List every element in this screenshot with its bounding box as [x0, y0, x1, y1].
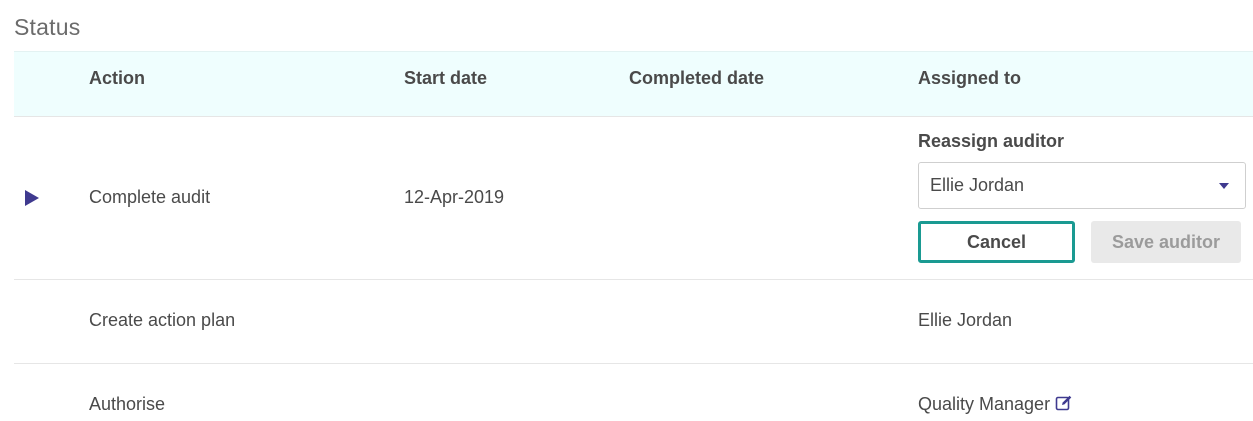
status-table: Action Start date Completed date Assigne… — [14, 51, 1253, 421]
reassign-auditor-label: Reassign auditor — [918, 131, 1065, 151]
header-assigned-to: Assigned to — [918, 68, 1022, 88]
cancel-button[interactable]: Cancel — [918, 221, 1075, 263]
header-completed-date: Completed date — [629, 68, 765, 88]
expand-arrow-icon[interactable] — [25, 190, 39, 206]
row-action: Authorise — [89, 394, 166, 414]
row-assigned-to: Quality Manager — [918, 394, 1051, 414]
table-row: Complete audit 12-Apr-2019 Reassign audi… — [14, 117, 1253, 280]
section-title: Status — [14, 14, 81, 40]
status-panel: Status Action Start date Completed date … — [0, 0, 1253, 421]
table-row: Create action plan Ellie Jordan — [14, 280, 1253, 364]
header-action: Action — [89, 68, 145, 88]
header-start-date: Start date — [404, 68, 488, 88]
row-start-date: 12-Apr-2019 — [404, 187, 505, 207]
auditor-select[interactable]: Ellie Jordan — [918, 162, 1246, 209]
row-assigned-cell: Quality Manager — [918, 394, 1073, 415]
table-row: Authorise Quality Manager — [14, 364, 1253, 421]
caret-down-icon — [1219, 183, 1229, 189]
row-action: Create action plan — [89, 310, 236, 330]
row-assigned-to: Ellie Jordan — [918, 310, 1013, 330]
auditor-select-value: Ellie Jordan — [930, 175, 1025, 195]
row-action: Complete audit — [89, 187, 211, 207]
save-auditor-button[interactable]: Save auditor — [1091, 221, 1241, 263]
edit-icon[interactable] — [1055, 394, 1073, 412]
table-header: Action Start date Completed date Assigne… — [14, 51, 1253, 117]
